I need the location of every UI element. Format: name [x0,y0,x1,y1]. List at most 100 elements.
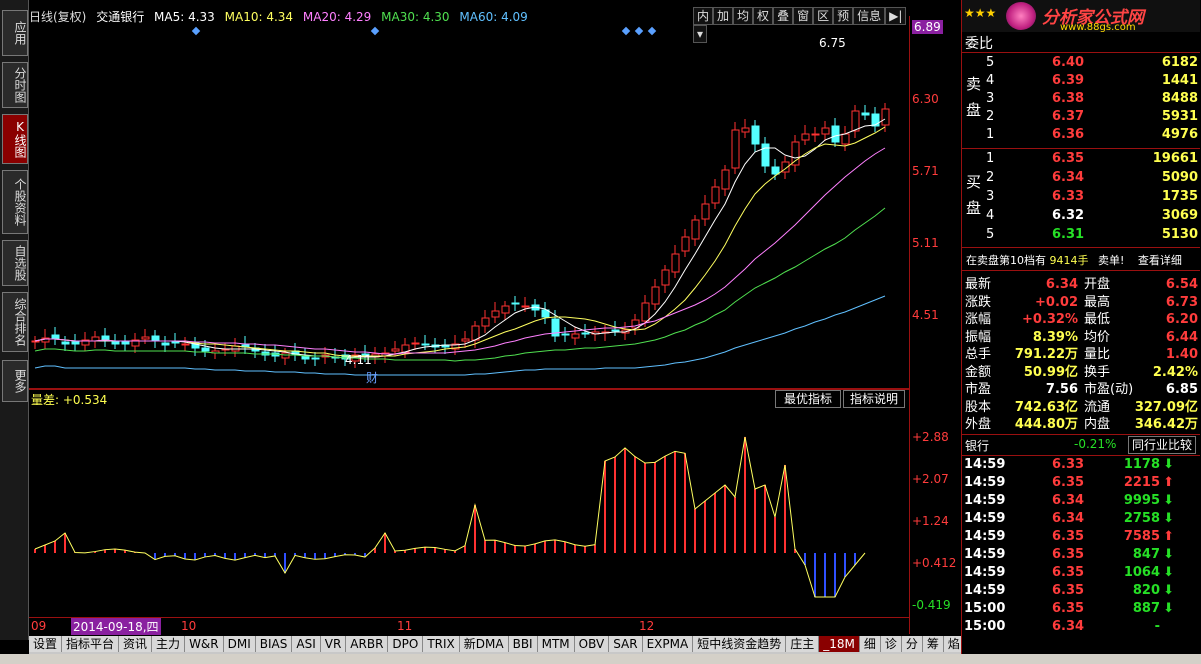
toolbar-button-3[interactable]: 权 [753,7,774,25]
bottom-tab-3[interactable]: 主力 [152,636,186,652]
bottom-tab-16[interactable]: SAR [609,636,643,652]
indicator-chart[interactable] [29,408,909,616]
stat-label: 流通 [1084,399,1111,415]
toolbar-button-1[interactable]: 加 [713,7,734,25]
event-diamond-icon[interactable] [647,26,657,36]
event-diamond-icon[interactable] [370,26,380,36]
sector-change: -0.21% [1074,437,1117,451]
nav-6-button[interactable]: 更多 [2,360,28,402]
nav-5-button[interactable]: 综合排名 [2,292,28,352]
bottom-tab-5[interactable]: DMI [223,636,256,652]
bottom-tab-20[interactable]: _18M [819,636,860,652]
arrow-down-icon: ⬇ [1163,547,1174,562]
event-diamond-icon[interactable] [191,26,201,36]
bottom-tab-1[interactable]: 指标平台 [62,636,120,652]
nav-3-button[interactable]: 个股资料 [2,170,28,234]
buy-level-row[interactable]: 1 6.35 19661 [962,150,1200,168]
tick-volume: 7585 [1123,529,1160,544]
buy-level-row[interactable]: 2 6.34 5090 [962,169,1200,187]
bottom-tab-18[interactable]: 短中线资金趋势 [693,636,787,652]
notice-detail-link[interactable]: 查看详细 [1138,254,1182,267]
stat-row: 涨幅 +0.32% 最低 6.20 [962,311,1200,329]
buy-level-row[interactable]: 4 6.32 3069 [962,207,1200,225]
buy-level-row[interactable]: 5 6.31 5130 [962,226,1200,244]
nav-4-button[interactable]: 自选股 [2,240,28,286]
ma5-line [34,118,886,359]
best-indicator-button[interactable]: 最优指标 [775,390,842,408]
tick-volume: 9995 [1123,493,1160,508]
candle-body [841,133,850,145]
nav-1-button[interactable]: 分时图 [2,62,28,108]
candle-body [121,341,130,345]
ma10-line [34,126,886,357]
x-label-nov: 11 [397,619,413,633]
bottom-tab-24[interactable]: 筹 [922,636,944,652]
sector-compare-button[interactable]: 同行业比较 [1128,436,1197,454]
bottom-tab-12[interactable]: 新DMA [459,636,509,652]
sector-row: 银行 -0.21% 同行业比较 [962,436,1200,454]
tick-row: 14:59 6.35 847 ⬇ [962,546,1200,564]
sell-book: 卖盘 5 6.40 6182 4 6.39 1441 3 6.38 8488 2 6.37 5931 1 6… [962,53,1200,147]
buy-level-row[interactable]: 3 6.33 1735 [962,188,1200,206]
level-volume: 3069 [1161,208,1198,223]
tick-time: 14:59 [964,457,1006,472]
stat-value: 7.56 [1045,382,1078,397]
bottom-tab-4[interactable]: W&R [185,636,224,652]
bottom-tab-6[interactable]: BIAS [255,636,293,652]
toolbar-button-7[interactable]: 预 [833,7,854,25]
candle-body [391,348,400,352]
stat-value: 6.34 [1045,277,1078,292]
sell-level-row[interactable]: 4 6.39 1441 [962,72,1200,90]
bottom-tab-19[interactable]: 庄主 [786,636,820,652]
bottom-tab-17[interactable]: EXPMA [642,636,694,652]
indicator-header: 量差: +0.534 最优指标 指标说明 [29,390,909,408]
stat-row: 最新 6.34 开盘 6.54 [962,276,1200,294]
toolbar-button-9[interactable]: ▶| [885,7,907,25]
stat-row: 振幅 8.39% 均价 6.44 [962,329,1200,347]
bottom-tab-7[interactable]: ASI [292,636,321,652]
bottom-tab-10[interactable]: DPO [388,636,424,652]
stat-label: 最低 [1084,312,1111,327]
bottom-tab-15[interactable]: OBV [574,636,610,652]
toolbar-button-6[interactable]: 区 [813,7,834,25]
bottom-tab-0[interactable]: 设置 [29,636,63,652]
ma60-label: MA60: 4.09 [459,10,528,24]
sell-level-row[interactable]: 1 6.36 4976 [962,126,1200,144]
bottom-tab-22[interactable]: 诊 [880,636,902,652]
stat-label: 市盈(动) [1084,382,1134,397]
toolbar-button-2[interactable]: 均 [733,7,754,25]
nav-2-button[interactable]: K线图 [2,114,28,164]
level-price: 6.36 [1052,127,1085,142]
bottom-tab-13[interactable]: BBI [508,636,538,652]
tick-row: 14:59 6.33 1178 ⬇ [962,456,1200,474]
stat-value: 444.80万 [1014,417,1078,432]
sell-level-row[interactable]: 3 6.38 8488 [962,90,1200,108]
arrow-down-icon: ⬇ [1163,457,1174,472]
caiwu-marker[interactable]: 财 [366,371,378,385]
bottom-tab-21[interactable]: 细 [859,636,881,652]
nav-0-button[interactable]: 应用 [2,10,28,56]
candle-body [111,341,120,345]
toolbar-button-0[interactable]: 内 [693,7,714,25]
bottom-tab-9[interactable]: ARBR [346,636,389,652]
candle-body [691,219,700,240]
sell-level-row[interactable]: 5 6.40 6182 [962,54,1200,72]
candlestick-chart[interactable]: 6.75 4.11 财 [29,24,909,388]
ma60-line [34,295,886,376]
bottom-tab-8[interactable]: VR [320,636,347,652]
bottom-tab-14[interactable]: MTM [537,636,575,652]
chart-type-label: 日线(复权) [29,10,87,24]
event-diamond-icon[interactable] [621,26,631,36]
toolbar-button-4[interactable]: 叠 [773,7,794,25]
bottom-tab-23[interactable]: 分 [901,636,923,652]
toolbar-button-5[interactable]: 窗 [793,7,814,25]
event-diamond-icon[interactable] [634,26,644,36]
stat-label: 金额 [965,364,992,380]
level-price: 6.33 [1052,189,1085,204]
bottom-tab-11[interactable]: TRIX [423,636,460,652]
indicator-explain-button[interactable]: 指标说明 [843,390,906,408]
toolbar-button-8[interactable]: 信息 [853,7,886,25]
candle-body [641,302,650,322]
sell-level-row[interactable]: 2 6.37 5931 [962,108,1200,126]
bottom-tab-2[interactable]: 资讯 [119,636,153,652]
